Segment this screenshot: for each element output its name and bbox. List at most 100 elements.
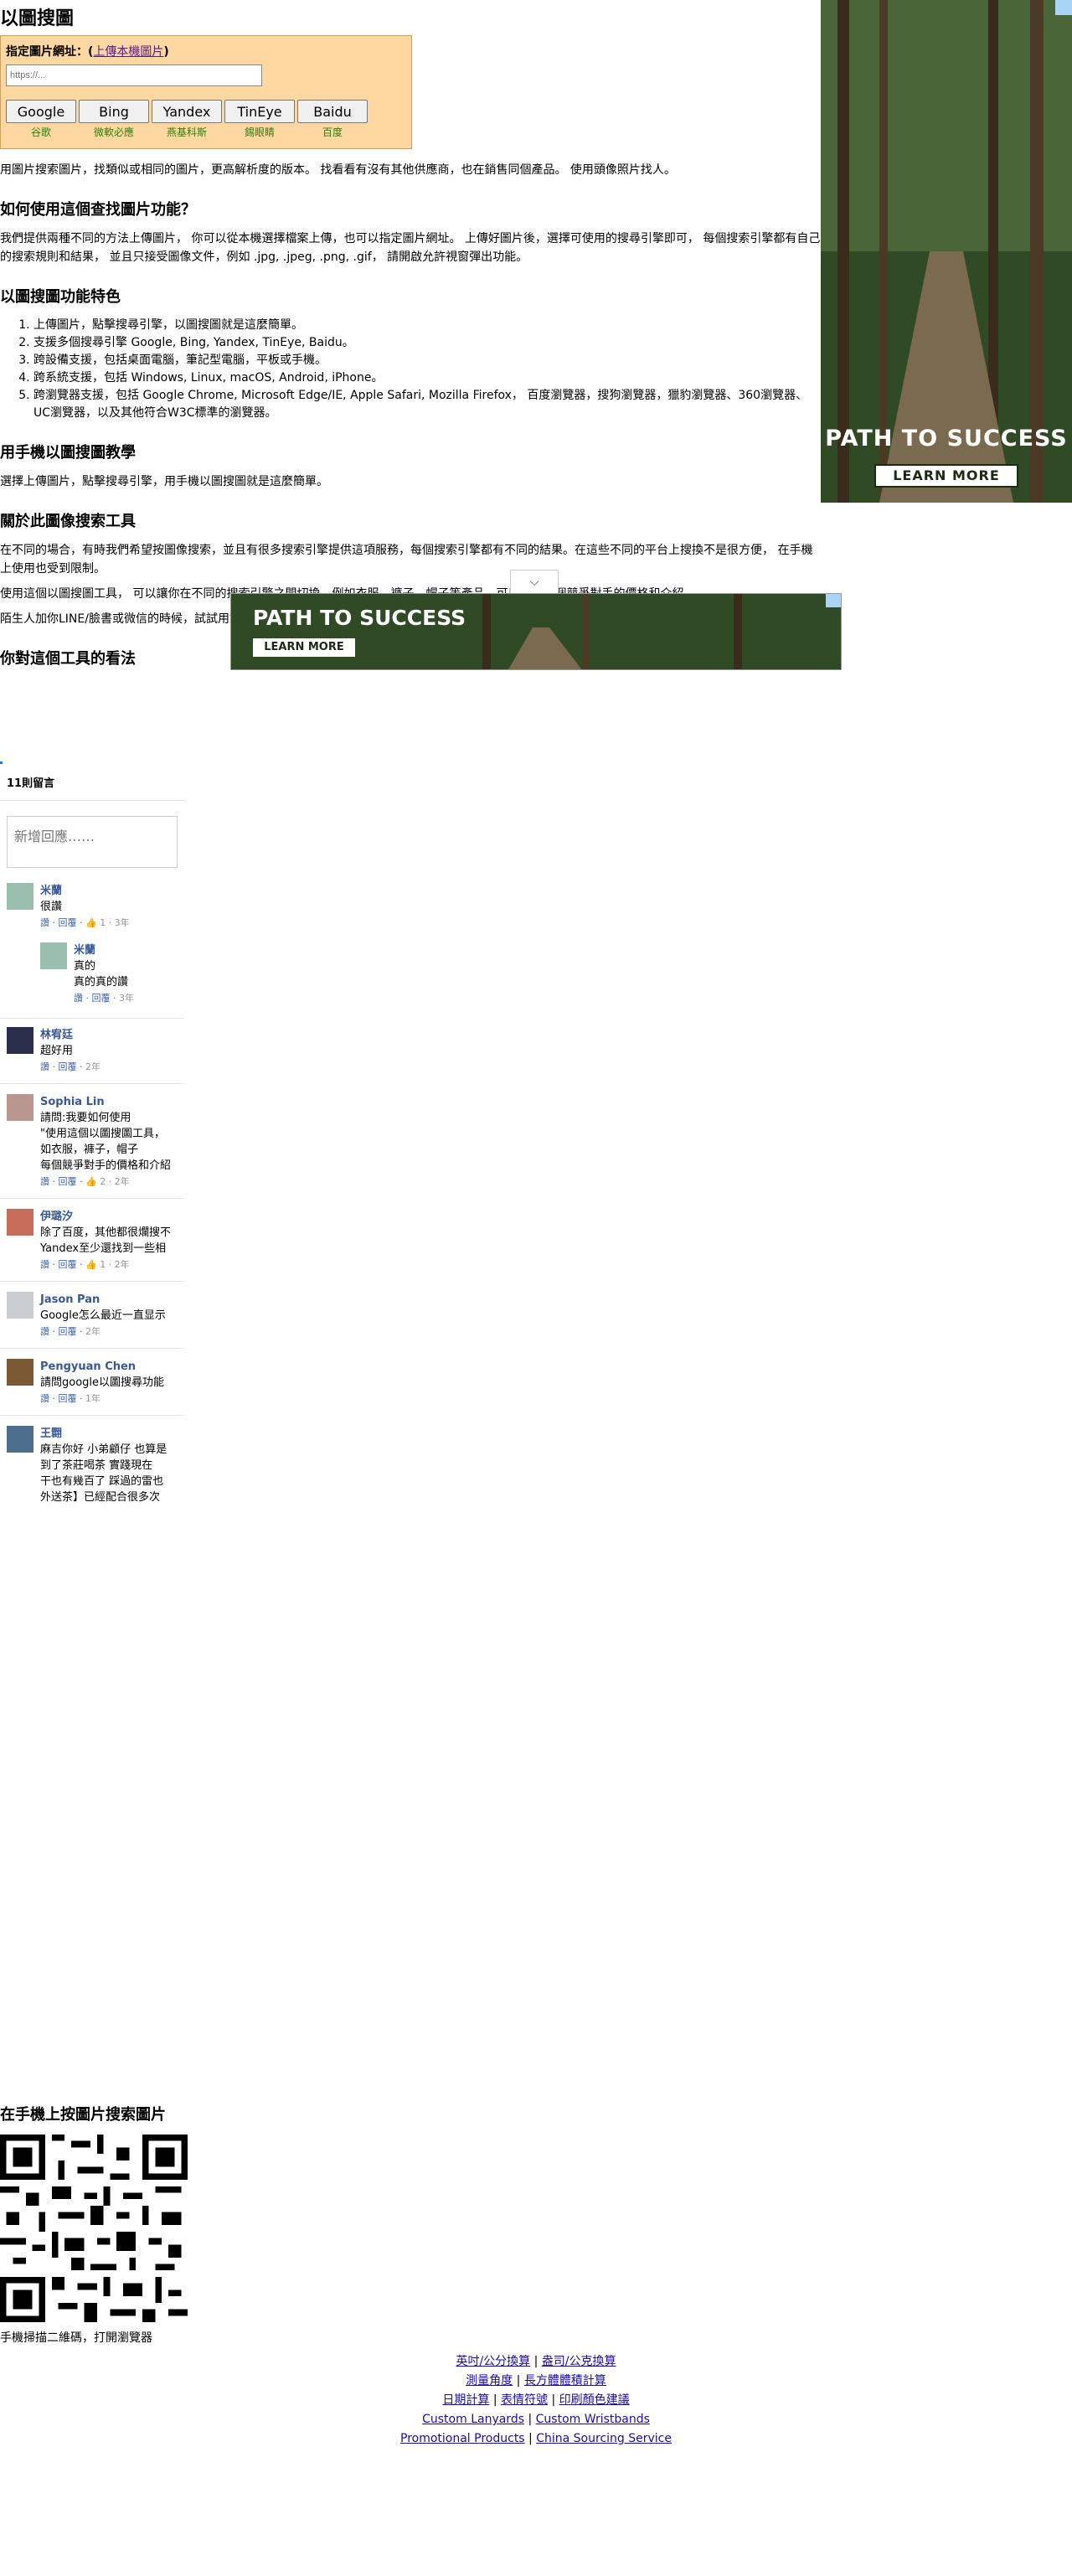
comment-text: 真的真的讚	[74, 976, 129, 989]
comment-actions[interactable]: 讚 · 回覆 ·	[40, 917, 85, 928]
footer-link[interactable]: Custom Lanyards	[422, 2413, 524, 2426]
url-label: 指定圖片網址：	[6, 45, 88, 59]
commenter-name[interactable]: Jason Pan	[40, 1292, 166, 1308]
footer-link[interactable]: 長方體體積計算	[524, 2374, 606, 2388]
engine-sublabel: 谷歌	[30, 126, 51, 138]
engine-sublabel: 燕基科斯	[166, 126, 207, 138]
qr-caption: 手機掃描二維碼，打開瀏覽器	[0, 2331, 152, 2345]
how-heading: 如何使用這個查找圖片功能？	[0, 201, 196, 219]
comment-age: 1年	[85, 1393, 100, 1404]
commenter-name[interactable]: 林宥廷	[40, 1027, 100, 1043]
footer-link[interactable]: 測量角度	[466, 2374, 513, 2388]
footer-link[interactable]: Custom Wristbands	[536, 2413, 650, 2426]
comment-text: Yandex至少還找到一些相	[40, 1242, 167, 1255]
comment-age: 2年	[85, 1061, 100, 1072]
comments-plugin: 11則留言 新增回應…… 米蘭 很讚 讚 · 回覆 · 👍 1 · 3年 米蘭 …	[0, 764, 184, 1660]
comment-count: 11則留言	[0, 764, 184, 801]
footer-link[interactable]: China Sourcing Service	[536, 2432, 672, 2445]
about-heading: 關於此圖像搜索工具	[0, 513, 136, 530]
comment-actions[interactable]: 讚 · 回覆 ·	[40, 1061, 85, 1072]
footer-link[interactable]: 日期計算	[442, 2393, 489, 2407]
mobile-heading: 用手機以圖搜圖教學	[0, 444, 136, 462]
commenter-name[interactable]: 王翾	[40, 1426, 167, 1442]
comment-actions[interactable]: 讚 · 回覆 ·	[40, 1259, 85, 1270]
commenter-name[interactable]: 米蘭	[40, 883, 130, 899]
comment-age: · 2年	[106, 1259, 130, 1270]
comment-text: 請問:我要如何使用	[40, 1112, 131, 1124]
avatar	[7, 1426, 34, 1453]
comment-text: "使用這個以圖搜圖工具，	[40, 1128, 165, 1140]
features-heading: 以圖搜圖功能特色	[0, 288, 121, 306]
comment-actions[interactable]: 讚 · 回覆 ·	[74, 993, 119, 1004]
avatar	[7, 1292, 34, 1319]
comment-text: 麻吉你好 小弟顧仔 也算是	[40, 1443, 168, 1456]
ad-headline: PATH TO SUCCESS	[253, 606, 466, 630]
yandex-button[interactable]: Yandex	[152, 100, 222, 123]
engine-sublabel: 錫眼睛	[244, 126, 275, 138]
side-ad-banner[interactable]: PATH TO SUCCESS LEARN MORE	[821, 0, 1072, 503]
ad-learn-more-button[interactable]: LEARN MORE	[253, 638, 355, 657]
like-icon: 👍	[85, 917, 97, 928]
upload-local-image-link[interactable]: 上傳本機圖片	[93, 45, 163, 59]
commenter-name[interactable]: Sophia Lin	[40, 1094, 171, 1110]
comment-text: 外送茶】已經配合很多次	[40, 1491, 161, 1504]
like-icon: 👍	[85, 1176, 97, 1187]
engine-sublabel: 微軟必應	[93, 126, 134, 138]
comment-text: 每個競爭對手的價格和介紹	[40, 1159, 172, 1172]
avatar	[7, 1094, 34, 1121]
avatar	[40, 942, 67, 969]
footer-link[interactable]: 表情符號	[501, 2393, 548, 2407]
avatar	[7, 1209, 34, 1236]
comment-text: 除了百度，其他都很爛搜不	[40, 1226, 172, 1239]
comment-item: Sophia Lin 請問:我要如何使用 "使用這個以圖搜圖工具， 如衣服，褲子…	[0, 1094, 184, 1199]
comment-age: · 2年	[106, 1176, 130, 1187]
comment-text: Google怎么最近一直显示	[40, 1309, 166, 1322]
about-text: 在不同的場合，有時我們希望按圖像搜索，並且有很多搜索引擎提供這項服務，每個搜索引…	[0, 544, 813, 576]
image-url-input[interactable]	[6, 65, 262, 86]
avatar	[7, 1359, 34, 1386]
chevron-down-icon: ⌵	[529, 576, 539, 589]
avatar	[7, 883, 34, 910]
ad-choices-icon[interactable]	[826, 594, 841, 607]
engine-buttons: Google 谷歌 Bing 微軟必應 Yandex 燕基科斯 TinEye 錫眼睛 B…	[6, 100, 406, 139]
comment-actions[interactable]: 讚 · 回覆 ·	[40, 1326, 85, 1337]
footer-link[interactable]: 英吋/公分換算	[456, 2355, 530, 2368]
reply-item: 米蘭 真的 真的真的讚 讚 · 回覆 · 3年	[0, 942, 184, 1014]
comment-actions[interactable]: 讚 · 回覆 ·	[40, 1176, 85, 1187]
feature-item: 跨設備支援，包括桌面電腦，筆記型電腦，平板或手機。	[34, 352, 821, 369]
commenter-name[interactable]: 米蘭	[74, 942, 134, 958]
commenter-name[interactable]: 伊璐汐	[40, 1209, 171, 1225]
footer-links: 英吋/公分換算 | 盎司/公克換算 測量角度 | 長方體體積計算 日期計算 | …	[400, 2355, 672, 2445]
comment-age: 3年	[118, 993, 134, 1004]
comment-text: 如衣服，褲子，帽子	[40, 1143, 139, 1156]
comment-age: 2年	[85, 1326, 100, 1337]
tineye-button[interactable]: TinEye	[224, 100, 295, 123]
page-title: 以圖搜圖	[0, 8, 75, 29]
feature-item: 支援多個搜尋引擎 Google, Bing, Yandex, TinEye, B…	[34, 334, 821, 352]
ad-learn-more-button[interactable]: LEARN MORE	[874, 464, 1018, 488]
collapse-ad-toggle[interactable]: ⌵	[510, 570, 559, 593]
google-button[interactable]: Google	[6, 100, 76, 123]
comment-item: Jason Pan Google怎么最近一直显示 讚 · 回覆 · 2年	[0, 1292, 184, 1349]
search-panel: 指定圖片網址：(上傳本機圖片) Google谷歌 Bing微軟必應 Yandex…	[0, 35, 412, 149]
comment-item: 林宥廷 超好用 讚 · 回覆 · 2年	[0, 1018, 184, 1084]
ad-choices-icon[interactable]	[1055, 0, 1072, 15]
footer-link[interactable]: 盎司/公克換算	[542, 2355, 616, 2368]
add-comment-input[interactable]: 新增回應……	[7, 816, 178, 868]
mobile-text: 選擇上傳圖片，點擊搜尋引擎，用手機以圖搜圖就是這麼簡單。	[0, 475, 328, 488]
bing-button[interactable]: Bing	[79, 100, 149, 123]
footer-link[interactable]: Promotional Products	[400, 2432, 525, 2445]
overlay-ad-banner[interactable]: PATH TO SUCCESS LEARN MORE	[230, 593, 842, 670]
comment-item: 伊璐汐 除了百度，其他都很爛搜不 Yandex至少還找到一些相 讚 · 回覆 ·…	[0, 1209, 184, 1282]
comment-item: 米蘭 很讚 讚 · 回覆 · 👍 1 · 3年	[0, 883, 184, 939]
comment-actions[interactable]: 讚 · 回覆 ·	[40, 1393, 85, 1404]
engine-sublabel: 百度	[322, 126, 343, 138]
qr-heading: 在手機上按圖片搜索圖片	[0, 2106, 166, 2124]
comment-text: 超好用	[40, 1045, 74, 1057]
ad-headline: PATH TO SUCCESS	[825, 426, 1068, 452]
baidu-button[interactable]: Baidu	[297, 100, 368, 123]
footer-link[interactable]: 印刷顏色建議	[559, 2393, 630, 2407]
commenter-name[interactable]: Pengyuan Chen	[40, 1359, 164, 1375]
features-list: 上傳圖片，點擊搜尋引擎，以圖搜圖就是這麼簡單。 支援多個搜尋引擎 Google,…	[0, 317, 821, 422]
comment-item: 王翾 麻吉你好 小弟顧仔 也算是 到了茶莊喝茶 實踐現在 干也有幾百了 踩過的雷…	[0, 1426, 184, 1514]
